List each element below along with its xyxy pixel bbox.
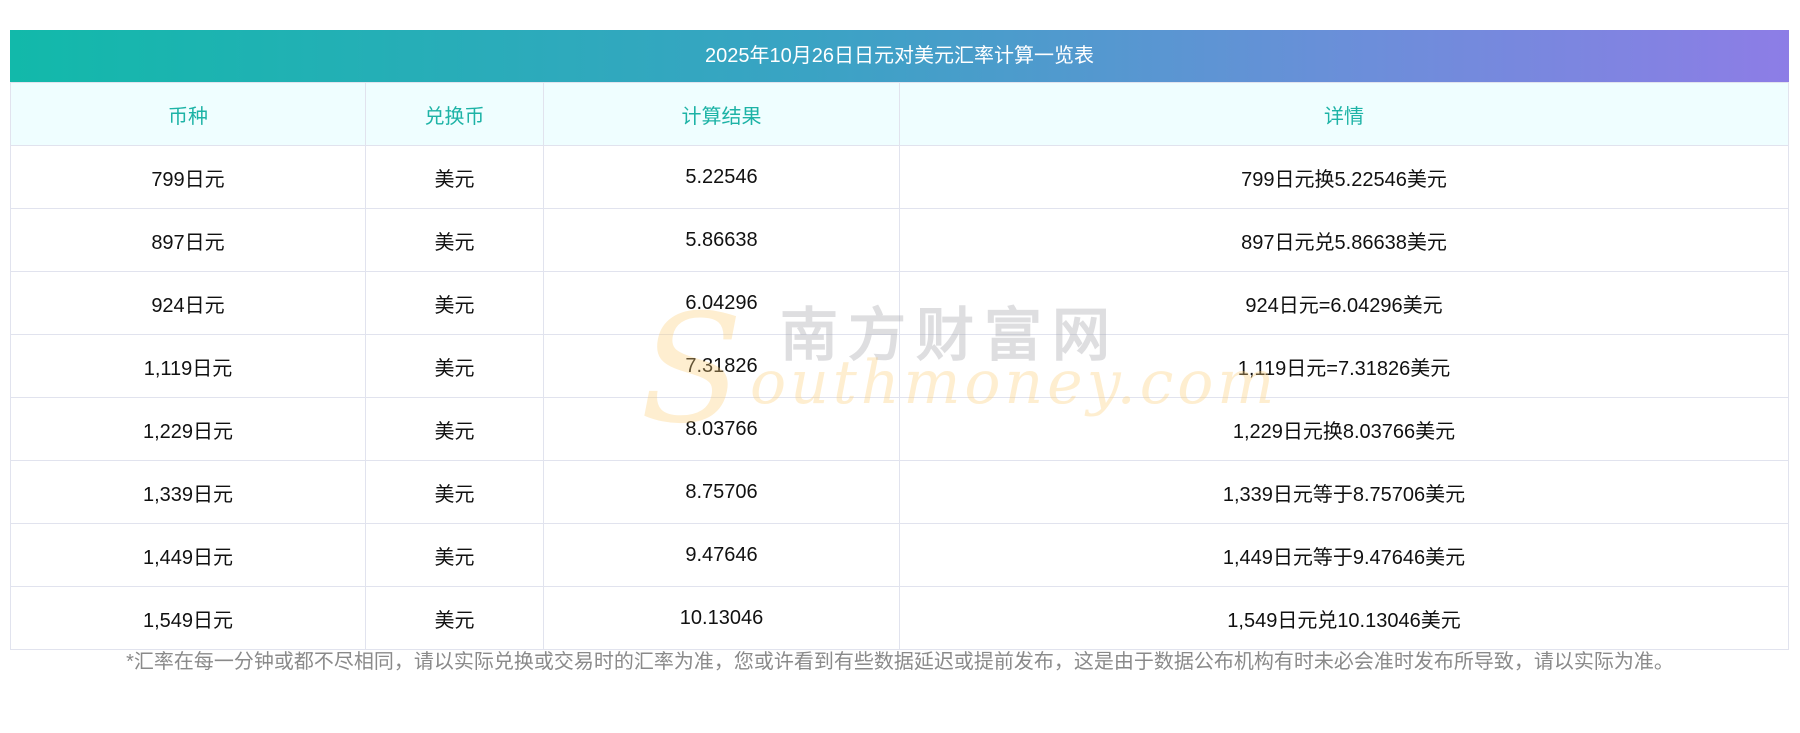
cell-details: 1,549日元兑10.13046美元 xyxy=(899,586,1789,650)
header-details: 详情 xyxy=(899,82,1789,146)
cell-details: 1,229日元换8.03766美元 xyxy=(899,397,1789,461)
header-result: 计算结果 xyxy=(543,82,900,146)
table-row: 897日元 美元 5.86638 897日元兑5.86638美元 xyxy=(10,208,1789,272)
cell-result: 5.22546 xyxy=(543,145,900,209)
table-row: 1,339日元 美元 8.75706 1,339日元等于8.75706美元 xyxy=(10,460,1789,524)
table-row: 799日元 美元 5.22546 799日元换5.22546美元 xyxy=(10,145,1789,209)
cell-target-currency: 美元 xyxy=(365,397,544,461)
cell-result: 5.86638 xyxy=(543,208,900,272)
cell-target-currency: 美元 xyxy=(365,523,544,587)
cell-target-currency: 美元 xyxy=(365,334,544,398)
cell-result: 8.75706 xyxy=(543,460,900,524)
cell-result: 10.13046 xyxy=(543,586,900,650)
disclaimer-note: *汇率在每一分钟或都不尽相同，请以实际兑换或交易时的汇率为准，您或许看到有些数据… xyxy=(126,651,1674,673)
table-header-row: 币种 兑换币 计算结果 详情 xyxy=(10,82,1789,146)
cell-details: 1,119日元=7.31826美元 xyxy=(899,334,1789,398)
header-target-currency: 兑换币 xyxy=(365,82,544,146)
cell-target-currency: 美元 xyxy=(365,145,544,209)
cell-details: 1,339日元等于8.75706美元 xyxy=(899,460,1789,524)
cell-details: 1,449日元等于9.47646美元 xyxy=(899,523,1789,587)
cell-details: 897日元兑5.86638美元 xyxy=(899,208,1789,272)
cell-amount: 897日元 xyxy=(10,208,366,272)
table-row: 1,549日元 美元 10.13046 1,549日元兑10.13046美元 xyxy=(10,586,1789,650)
cell-target-currency: 美元 xyxy=(365,460,544,524)
cell-result: 9.47646 xyxy=(543,523,900,587)
exchange-table-container: 2025年10月26日日元对美元汇率计算一览表 币种 兑换币 计算结果 详情 7… xyxy=(10,30,1789,650)
table-row: 1,229日元 美元 8.03766 1,229日元换8.03766美元 xyxy=(10,397,1789,461)
cell-details: 799日元换5.22546美元 xyxy=(899,145,1789,209)
cell-target-currency: 美元 xyxy=(365,586,544,650)
table-row: 1,449日元 美元 9.47646 1,449日元等于9.47646美元 xyxy=(10,523,1789,587)
cell-amount: 924日元 xyxy=(10,271,366,335)
cell-amount: 1,339日元 xyxy=(10,460,366,524)
exchange-rate-table: 币种 兑换币 计算结果 详情 799日元 美元 5.22546 799日元换5.225… xyxy=(10,82,1789,650)
cell-amount: 1,119日元 xyxy=(10,334,366,398)
cell-amount: 1,449日元 xyxy=(10,523,366,587)
table-title: 2025年10月26日日元对美元汇率计算一览表 xyxy=(10,30,1789,82)
cell-result: 8.03766 xyxy=(543,397,900,461)
cell-amount: 799日元 xyxy=(10,145,366,209)
header-currency: 币种 xyxy=(10,82,366,146)
cell-amount: 1,549日元 xyxy=(10,586,366,650)
cell-details: 924日元=6.04296美元 xyxy=(899,271,1789,335)
cell-result: 7.31826 xyxy=(543,334,900,398)
table-row: 1,119日元 美元 7.31826 1,119日元=7.31826美元 xyxy=(10,334,1789,398)
cell-amount: 1,229日元 xyxy=(10,397,366,461)
cell-result: 6.04296 xyxy=(543,271,900,335)
table-row: 924日元 美元 6.04296 924日元=6.04296美元 xyxy=(10,271,1789,335)
cell-target-currency: 美元 xyxy=(365,208,544,272)
cell-target-currency: 美元 xyxy=(365,271,544,335)
